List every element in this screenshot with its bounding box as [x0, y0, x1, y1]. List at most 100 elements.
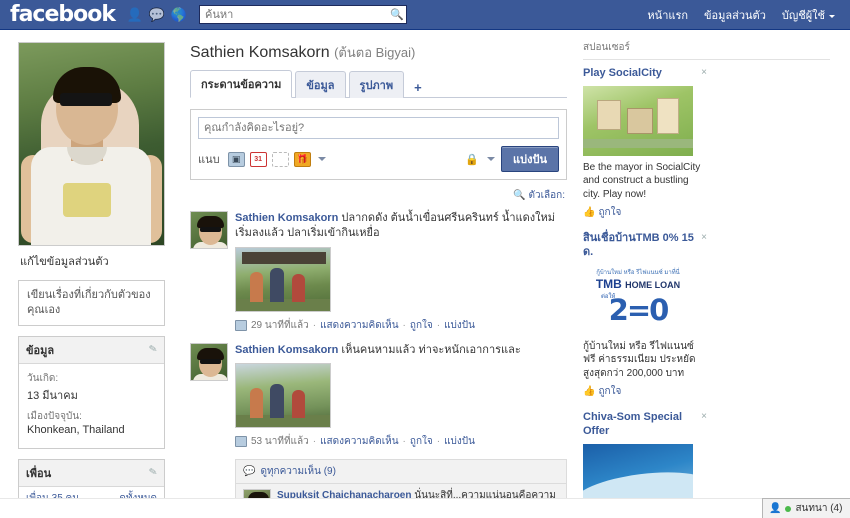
like-link[interactable]: ถูกใจ	[410, 318, 433, 333]
wall-options-row[interactable]: 🔍 ตัวเลือก:	[190, 188, 565, 203]
post-author[interactable]: Sathien Komsakorn	[235, 344, 338, 356]
ad-image-brand: TMB HOME LOAN	[583, 277, 693, 291]
ad-header: สินเชื่อบ้านTMB 0% 15 ด. ×	[583, 232, 707, 260]
post-meta: 29 นาทีที่แล้ว · แสดงความคิดเห็น · ถูกใจ…	[235, 318, 567, 333]
ad-image-tagline: กู้บ้านใหม่ หรือ รีไฟแนนซ์ มาที่นี่	[596, 269, 680, 276]
ad-title[interactable]: Chiva-Som Special Offer	[583, 411, 697, 439]
profile-name-text: Sathien Komsakorn	[190, 44, 330, 61]
info-box-title: ข้อมูล	[26, 344, 55, 357]
ad-image-building	[597, 99, 621, 130]
post-photo[interactable]	[235, 363, 331, 429]
like-link[interactable]: ถูกใจ	[410, 434, 433, 449]
lock-icon[interactable]: 🔒	[465, 153, 479, 166]
post-time: 53 นาทีที่แล้ว	[251, 436, 309, 448]
ad-item-tmb: สินเชื่อบ้านTMB 0% 15 ด. × กู้บ้านใหม่ ห…	[583, 232, 707, 399]
right-sidebar-ads: สปอนเซอร์ Play SocialCity × Be the mayor…	[575, 30, 842, 518]
ad-image-building	[627, 107, 653, 134]
view-all-comments-button[interactable]: 💬 ดูทุกความเห็น (9)	[235, 459, 567, 485]
search-input[interactable]	[199, 5, 407, 24]
post-text: Sathien Komsakorn ปลากดดัง ต้นน้ำเขื่อนศ…	[235, 211, 567, 242]
city-label: เมืองปัจจุบัน:	[27, 410, 82, 422]
ad-like-label: ถูกใจ	[598, 207, 622, 219]
top-nav-icon-group: 👤 💬 🌎	[127, 8, 187, 22]
page-title: Sathien Komsakorn (ต้นตอ Bigyai)	[190, 42, 567, 63]
status-composer: แนบ ▣ 31 🎁 🔒 แบ่งปัน	[190, 109, 567, 180]
photo-attach-icon[interactable]: ▣	[227, 151, 245, 167]
tab-add-button[interactable]: +	[407, 78, 429, 97]
close-icon[interactable]: ×	[701, 67, 707, 78]
post-body: Sathien Komsakorn เห็นคนหามแล้ว ท่าจะหนั…	[235, 343, 567, 449]
photo-shirt-print	[63, 183, 111, 217]
post-body: Sathien Komsakorn ปลากดดัง ต้นน้ำเขื่อนศ…	[235, 211, 567, 333]
main-content: Sathien Komsakorn (ต้นตอ Bigyai) กระดานข…	[180, 30, 575, 518]
attach-label: แนบ	[198, 154, 220, 166]
meta-separator: ·	[312, 319, 317, 331]
messages-icon[interactable]: 💬	[149, 8, 165, 22]
ad-title[interactable]: สินเชื่อบ้านTMB 0% 15 ด.	[583, 232, 697, 260]
ad-like-button[interactable]: 👍 ถูกใจ	[583, 384, 707, 399]
tab-info[interactable]: ข้อมูล	[295, 71, 346, 98]
notifications-icon[interactable]: 🌎	[171, 8, 187, 22]
status-input[interactable]	[198, 117, 559, 139]
meta-separator: ·	[402, 319, 406, 331]
birthday-value: 13 มีนาคม	[27, 389, 78, 402]
comment-link[interactable]: แสดงความคิดเห็น	[320, 318, 398, 333]
photo-figure	[292, 390, 305, 419]
share-link[interactable]: แบ่งปัน	[444, 318, 475, 333]
edit-pencil-icon[interactable]: ✎	[148, 344, 158, 356]
post-item: Sathien Komsakorn ปลากดดัง ต้นน้ำเขื่อนศ…	[190, 205, 567, 337]
magnifier-icon: 🔍	[513, 190, 526, 201]
close-icon[interactable]: ×	[701, 411, 707, 422]
ad-like-label: ถูกใจ	[598, 386, 622, 398]
tab-photos[interactable]: รูปภาพ	[348, 71, 405, 98]
birthday-label: วันเกิด:	[27, 372, 59, 384]
post-meta: 53 นาทีที่แล้ว · แสดงความคิดเห็น · ถูกใจ…	[235, 434, 567, 449]
post-type-icon	[235, 436, 247, 448]
close-icon[interactable]: ×	[701, 232, 707, 243]
avatar[interactable]	[190, 342, 228, 381]
share-button[interactable]: แบ่งปัน	[501, 146, 559, 172]
post-author[interactable]: Sathien Komsakorn	[235, 212, 338, 224]
event-attach-icon[interactable]: 31	[249, 151, 267, 167]
chat-bar[interactable]: 👤 สนทนา (4)	[762, 498, 850, 518]
meta-separator: ·	[436, 319, 441, 331]
comment-link[interactable]: แสดงความคิดเห็น	[320, 434, 398, 449]
info-box: ข้อมูล ✎ วันเกิด: 13 มีนาคม เมืองปัจจุบั…	[18, 335, 165, 449]
tab-wall[interactable]: กระดานข้อความ	[190, 70, 293, 98]
avatar[interactable]	[190, 211, 228, 249]
photo-figure	[250, 388, 263, 419]
ad-image[interactable]	[583, 85, 693, 156]
edit-profile-link[interactable]: แก้ไขข้อมูลส่วนตัว	[20, 252, 180, 270]
write-about-placeholder[interactable]: เขียนเรื่องที่เกี่ยวกับตัวของคุณเอง	[19, 281, 164, 325]
gift-attach-icon[interactable]: 🎁	[293, 151, 311, 167]
post-message: เห็นคนหามแล้ว ท่าจะหนักเอาการและ	[341, 343, 521, 356]
post-photo[interactable]	[235, 246, 331, 312]
options-label[interactable]: ตัวเลือก:	[529, 188, 566, 203]
search-icon[interactable]: 🔍	[389, 7, 405, 22]
ad-brand-name: TMB	[595, 276, 622, 291]
edit-pencil-icon[interactable]: ✎	[148, 467, 158, 479]
share-link[interactable]: แบ่งปัน	[444, 434, 475, 449]
ad-body: กู้บ้านใหม่ หรือ รีไฟแนนซ์ ฟรี ค่าธรรมเน…	[583, 340, 696, 379]
ad-body: Be the mayor in SocialCity and construct…	[583, 161, 701, 200]
online-status-dot	[785, 505, 792, 512]
link-attach-icon[interactable]	[271, 151, 289, 167]
nav-account[interactable]: บัญชีผู้ใช้	[775, 2, 842, 28]
nav-profile[interactable]: ข้อมูลส่วนตัว	[697, 2, 773, 28]
friends-icon[interactable]: 👤	[127, 8, 143, 22]
ad-title[interactable]: Play SocialCity	[583, 67, 662, 81]
top-right-nav: หน้าแรก ข้อมูลส่วนตัว บัญชีผู้ใช้	[640, 0, 842, 30]
nav-home[interactable]: หน้าแรก	[640, 2, 695, 28]
friends-box-header: เพื่อน ✎	[19, 459, 164, 487]
ad-like-button[interactable]: 👍 ถูกใจ	[583, 205, 707, 220]
ad-header: Chiva-Som Special Offer ×	[583, 411, 707, 439]
thumbs-up-icon: 👍	[583, 386, 596, 398]
more-attach-chevron-icon[interactable]	[317, 157, 326, 161]
info-rows: วันเกิด: 13 มีนาคม เมืองปัจจุบัน: Khonke…	[19, 364, 164, 448]
facebook-logo[interactable]: facebook	[10, 2, 116, 27]
ad-image[interactable]: กู้บ้านใหม่ หรือ รีไฟแนนซ์ มาที่นี่ TMB …	[583, 264, 693, 335]
photo-sunglasses	[60, 93, 112, 106]
city-value: Khonkean, Thailand	[27, 423, 125, 436]
privacy-chevron-down-icon[interactable]	[487, 157, 496, 161]
profile-photo[interactable]	[18, 42, 165, 246]
